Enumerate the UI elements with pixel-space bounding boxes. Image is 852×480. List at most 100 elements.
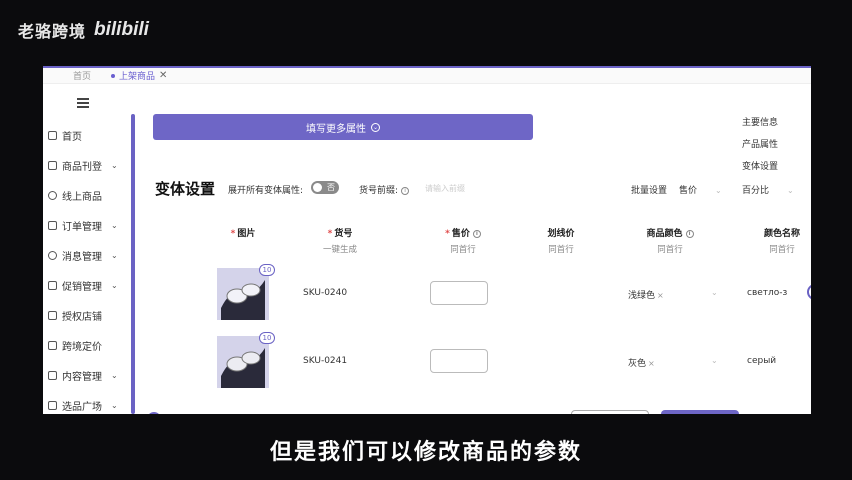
header-label: 划线价 <box>547 229 575 239</box>
info-icon: i <box>472 229 481 238</box>
sidebar-item-messages[interactable]: 消息管理 ⌄ <box>43 240 135 270</box>
section-title: 变体设置 <box>155 180 216 198</box>
expand-all-toggle[interactable]: 否 <box>311 181 339 194</box>
same-as-first-link[interactable]: 同首行 <box>635 243 705 255</box>
sidebar-item-home[interactable]: 首页 <box>43 120 135 150</box>
color-tag-label: 浅绿色 <box>628 291 656 301</box>
header-label: 售价 <box>451 229 470 239</box>
sidebar-item-label: 选品广场 <box>62 401 102 413</box>
color-name-value[interactable]: светло-з <box>747 288 787 298</box>
sidebar-item-label: 商品刊登 <box>62 161 102 173</box>
anchor-variant-settings[interactable]: 变体设置 <box>742 156 778 178</box>
tab-bar: 首页 上架商品 ✕ <box>43 68 811 84</box>
back-to-top-icon[interactable] <box>147 412 161 414</box>
chevron-down-icon: ⌄ <box>111 370 118 380</box>
tab-label: 上架商品 <box>119 72 156 82</box>
tab-list-product[interactable]: 上架商品 ✕ <box>111 69 167 82</box>
product-image[interactable] <box>217 268 269 320</box>
batch-mode-select[interactable]: 百分比 ⌄ <box>742 183 794 196</box>
chevron-down-icon: ⌄ <box>111 280 118 290</box>
primary-action-button[interactable] <box>661 410 739 414</box>
active-dot-icon <box>111 73 116 78</box>
image-count-badge: 10 <box>259 264 275 276</box>
chevron-down-icon[interactable]: ⌄ <box>711 356 718 365</box>
sidebar-item-listing[interactable]: 商品刊登 ⌄ <box>43 150 135 180</box>
info-icon: i <box>685 229 694 238</box>
sku-value[interactable]: SKU-0240 <box>303 288 347 298</box>
chevron-down-icon: ⌄ <box>111 220 118 230</box>
price-input[interactable] <box>430 281 488 305</box>
sidebar-item-label: 授权店铺 <box>62 311 102 323</box>
same-as-first-link[interactable]: 同首行 <box>433 243 493 255</box>
batch-settings-label[interactable]: 批量设置 <box>631 183 667 196</box>
anchor-product-attributes[interactable]: 产品属性 <box>742 134 778 156</box>
sidebar-item-label: 促销管理 <box>62 281 102 293</box>
price-input[interactable] <box>430 349 488 373</box>
chat-assistant-icon[interactable] <box>807 284 811 300</box>
chevron-down-icon: ⌄ <box>111 250 118 260</box>
header-color-name: 颜色名称 同首行 <box>747 226 811 255</box>
color-name-value[interactable]: серый <box>747 356 776 366</box>
table-row: 10 SKU-0240 浅绿色 × ⌄ светло-з <box>135 264 811 328</box>
anchor-main-info[interactable]: 主要信息 <box>742 112 778 134</box>
table-row: 10 SKU-0241 灰色 × ⌄ серый <box>135 332 811 396</box>
sidebar-item-pricing[interactable]: 跨境定价 <box>43 330 135 360</box>
sku-value[interactable]: SKU-0241 <box>303 356 347 366</box>
sidebar: 首页 商品刊登 ⌄ 线上商品 订单管理 ⌄ 消息管理 ⌄ 促销管理 ⌄ 授权店铺 跨境定… <box>43 84 135 414</box>
batch-mode-value: 百分比 <box>742 186 770 196</box>
image-count-badge: 10 <box>259 332 275 344</box>
chevron-down-icon: ⌄ <box>715 186 722 195</box>
color-tag-label: 灰色 <box>628 359 647 369</box>
toggle-state: 否 <box>327 183 335 192</box>
sidebar-item-plaza[interactable]: 选品广场 ⌄ <box>43 390 135 414</box>
toggle-knob <box>313 183 322 192</box>
header-strike-price: 划线价 同首行 <box>531 226 591 255</box>
product-photo-icon <box>217 268 269 320</box>
sidebar-item-promotions[interactable]: 促销管理 ⌄ <box>43 270 135 300</box>
sku-prefix-input[interactable]: 请输入前缀 <box>425 183 465 194</box>
channel-watermark: 老骆跨境 bilibili <box>18 18 149 42</box>
batch-field-value: 售价 <box>679 186 698 196</box>
header-image: * 图片 <box>230 229 256 239</box>
sidebar-item-label: 订单管理 <box>62 221 102 233</box>
sidebar-item-content[interactable]: 内容管理 ⌄ <box>43 360 135 390</box>
generate-sku-link[interactable]: 一键生成 <box>310 243 370 255</box>
shop-icon <box>48 310 57 320</box>
close-icon[interactable]: ✕ <box>159 70 167 81</box>
bilibili-logo: bilibili <box>94 19 149 40</box>
product-image[interactable] <box>217 336 269 388</box>
menu-collapse-icon[interactable] <box>77 98 89 108</box>
anchor-nav: 主要信息 产品属性 变体设置 <box>742 112 778 178</box>
color-tag[interactable]: 灰色 × <box>628 356 655 369</box>
sidebar-item-label: 跨境定价 <box>62 341 102 353</box>
sidebar-item-orders[interactable]: 订单管理 ⌄ <box>43 210 135 240</box>
same-as-first-link[interactable]: 同首行 <box>531 243 591 255</box>
variant-table-header: * 图片 * 货号 一键生成 * 售价 i 同首行 划线价 同首行 商品颜色 i 同首行 … <box>135 226 811 256</box>
channel-name: 老骆跨境 <box>18 22 87 41</box>
sidebar-item-label: 线上商品 <box>62 191 102 203</box>
batch-field-select[interactable]: 售价 ⌄ <box>679 183 722 196</box>
color-tag[interactable]: 浅绿色 × <box>628 288 664 301</box>
sidebar-item-online-products[interactable]: 线上商品 <box>43 180 135 210</box>
sidebar-menu: 首页 商品刊登 ⌄ 线上商品 订单管理 ⌄ 消息管理 ⌄ 促销管理 ⌄ 授权店铺 跨境定… <box>43 120 135 414</box>
expand-all-label: 展开所有变体属性: <box>228 186 304 196</box>
header-label: 商品颜色 <box>646 229 683 239</box>
header-label: 图片 <box>237 229 256 239</box>
chevron-down-icon: ⌄ <box>111 400 118 410</box>
close-icon[interactable]: × <box>648 359 655 368</box>
same-as-first-link[interactable]: 同首行 <box>747 243 811 255</box>
upload-icon <box>48 190 57 200</box>
sidebar-item-label: 首页 <box>62 131 82 143</box>
sidebar-item-shops[interactable]: 授权店铺 <box>43 300 135 330</box>
chevron-down-icon[interactable]: ⌄ <box>711 288 718 297</box>
sku-prefix-text: 货号前缀: <box>359 186 399 196</box>
tab-home[interactable]: 首页 <box>73 69 91 82</box>
secondary-action-button[interactable] <box>571 410 649 414</box>
header-color: 商品颜色 i 同首行 <box>635 226 705 255</box>
fill-more-attributes-button[interactable]: 填写更多属性 ⌄ <box>153 114 533 140</box>
chevron-circle-icon: ⌄ <box>371 122 380 132</box>
close-icon[interactable]: × <box>657 291 664 300</box>
sidebar-item-label: 消息管理 <box>62 251 102 263</box>
header-price: * 售价 i 同首行 <box>433 226 493 255</box>
sidebar-item-label: 内容管理 <box>62 371 102 383</box>
